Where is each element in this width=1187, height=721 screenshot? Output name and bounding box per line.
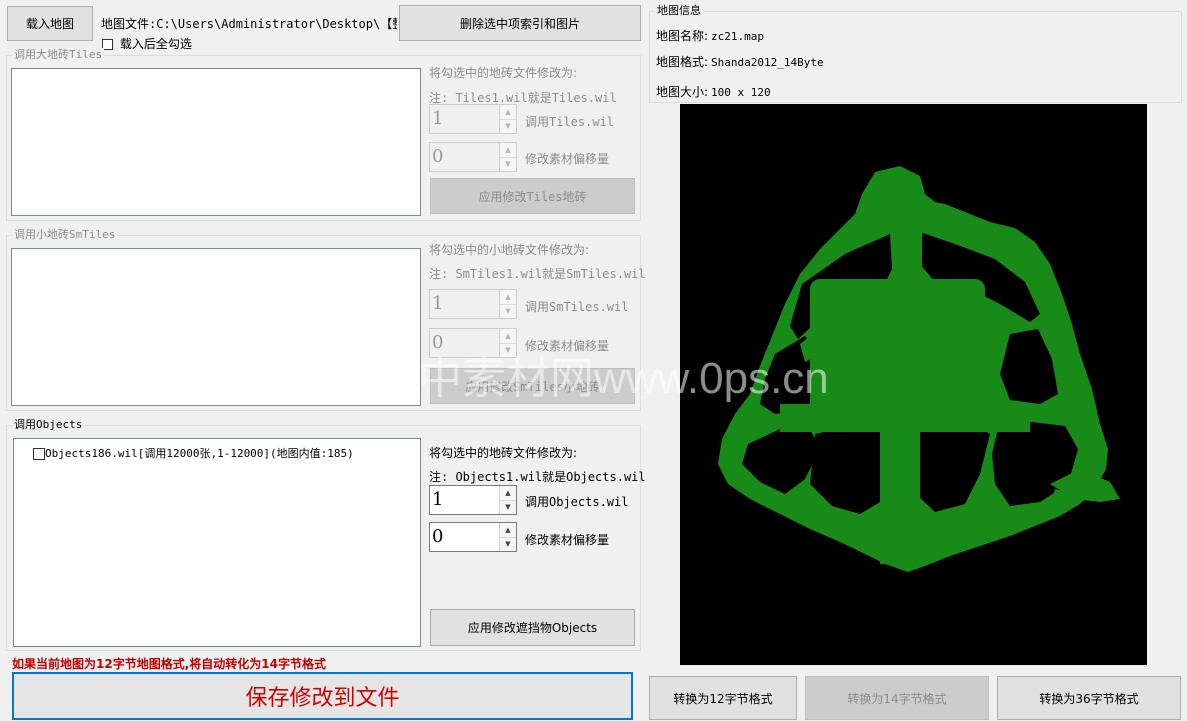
delete-selected-button[interactable]: 删除选中项索引和图片 (399, 5, 641, 41)
tiles-spin-label: 调用Tiles.wil (525, 115, 615, 129)
map-format-row: 地图格式: Shanda2012_14Byte (656, 53, 824, 70)
map-format-value: Shanda2012_14Byte (711, 56, 824, 69)
map-size-row: 地图大小: 100 x 120 (656, 83, 771, 100)
spin-up-icon[interactable]: ▲ (500, 143, 516, 158)
map-info-title: 地图信息 (655, 4, 703, 18)
tiles-offset-label: 修改素材偏移量 (525, 152, 610, 166)
spinner-value: 1 (432, 293, 444, 314)
map-name-row: 地图名称: zc21.map (656, 27, 764, 44)
convert-14-button[interactable]: 转换为14字节格式 (805, 676, 989, 720)
list-item[interactable]: Objects186.wil[调用12000张,1-12000](地图内值:18… (33, 445, 354, 461)
objects-note: 注: Objects1.wil就是Objects.wil (429, 470, 646, 484)
map-format-label: 地图格式: (656, 55, 709, 69)
list-item-checkbox[interactable] (33, 448, 45, 460)
smtiles-offset-spinner[interactable]: 0 ▲ ▼ (429, 328, 517, 358)
spin-down-icon[interactable]: ▼ (500, 157, 516, 171)
map-name-value: zc21.map (711, 30, 765, 43)
smtiles-note: 注: SmTiles1.wil就是SmTiles.wil (429, 267, 646, 281)
objects-number-spinner[interactable]: 1 ▲ ▼ (429, 485, 517, 515)
spin-up-icon[interactable]: ▲ (500, 105, 516, 120)
objects-group-title: 调用Objects (12, 418, 85, 432)
list-item-label: Objects186.wil[调用12000张,1-12000](地图内值:18… (45, 447, 354, 460)
map-size-label: 地图大小: (656, 85, 709, 99)
smtiles-offset-label: 修改素材偏移量 (525, 339, 610, 353)
apply-smtiles-button[interactable]: 应用修改SmTiles小地砖 (430, 368, 635, 404)
spinner-value: 1 (432, 108, 444, 129)
load-map-button[interactable]: 载入地图 (7, 6, 93, 41)
apply-objects-button[interactable]: 应用修改遮挡物Objects (430, 609, 635, 646)
spinner-value: 1 (432, 489, 444, 510)
tiles-change-label: 将勾选中的地砖文件修改为: (429, 66, 578, 80)
objects-list[interactable]: Objects186.wil[调用12000张,1-12000](地图内值:18… (13, 438, 421, 647)
spinner-value: 0 (432, 146, 444, 167)
objects-offset-spinner[interactable]: 0 ▲ ▼ (429, 522, 517, 552)
smtiles-spin-label: 调用SmTiles.wil (525, 300, 629, 314)
convert-36-button[interactable]: 转换为36字节格式 (997, 676, 1181, 720)
spin-up-icon[interactable]: ▲ (500, 290, 516, 305)
select-all-label: 载入后全勾选 (119, 37, 192, 51)
objects-spin-label: 调用Objects.wil (525, 495, 629, 509)
objects-offset-label: 修改素材偏移量 (525, 533, 610, 547)
objects-change-label: 将勾选中的地砖文件修改为: (429, 446, 578, 460)
tiles-number-spinner[interactable]: 1 ▲ ▼ (429, 104, 517, 134)
map-file-path: 地图文件:C:\Users\Administrator\Desktop\【整理7… (101, 17, 397, 31)
smtiles-change-label: 将勾选中的小地砖文件修改为: (429, 243, 590, 257)
tiles-group-title: 调用大地砖Tiles (12, 48, 105, 62)
spin-down-icon[interactable]: ▼ (500, 537, 516, 551)
tiles-offset-spinner[interactable]: 0 ▲ ▼ (429, 142, 517, 172)
format-warning: 如果当前地图为12字节地图格式,将自动转化为14字节格式 (12, 657, 326, 671)
spin-down-icon[interactable]: ▼ (500, 500, 516, 514)
spin-down-icon[interactable]: ▼ (500, 343, 516, 357)
map-size-value: 100 x 120 (711, 86, 771, 99)
smtiles-list[interactable] (11, 248, 421, 406)
select-all-checkbox[interactable]: 载入后全勾选 (102, 35, 192, 52)
map-preview[interactable] (680, 104, 1147, 665)
spinner-value: 0 (432, 526, 444, 547)
spin-up-icon[interactable]: ▲ (500, 486, 516, 501)
save-to-file-button[interactable]: 保存修改到文件 (12, 672, 633, 720)
tiles-list[interactable] (11, 68, 421, 216)
map-name-label: 地图名称: (656, 29, 709, 43)
spin-up-icon[interactable]: ▲ (500, 329, 516, 344)
spinner-value: 0 (432, 332, 444, 353)
smtiles-number-spinner[interactable]: 1 ▲ ▼ (429, 289, 517, 319)
spin-down-icon[interactable]: ▼ (500, 119, 516, 133)
map-shape-image (718, 166, 1120, 572)
smtiles-group-title: 调用小地砖SmTiles (12, 228, 118, 242)
apply-tiles-button[interactable]: 应用修改Tiles地砖 (430, 178, 635, 214)
spin-down-icon[interactable]: ▼ (500, 304, 516, 318)
spin-up-icon[interactable]: ▲ (500, 523, 516, 538)
convert-12-button[interactable]: 转换为12字节格式 (649, 676, 797, 720)
